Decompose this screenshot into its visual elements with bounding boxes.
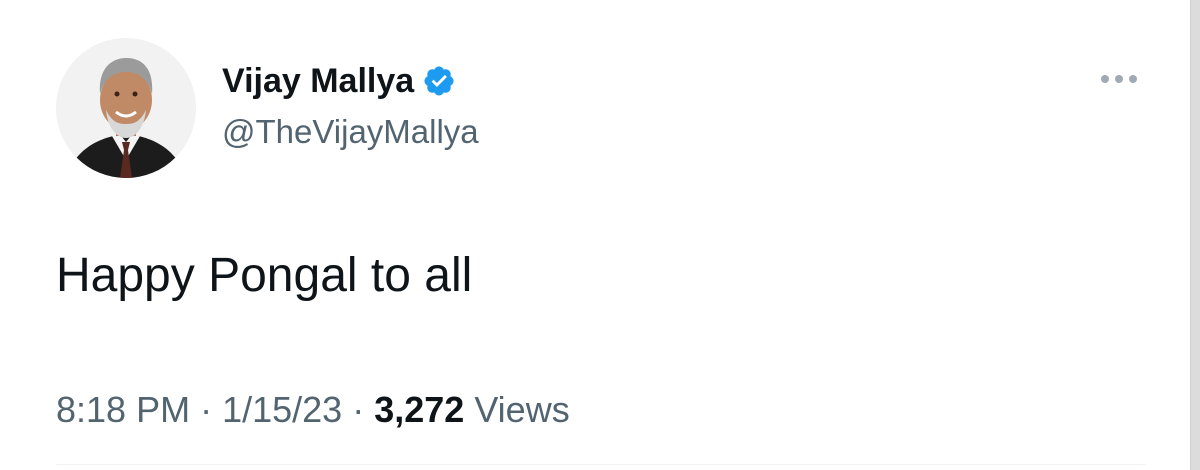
scrollbar[interactable] [1190,0,1200,470]
avatar-image [56,38,196,178]
views-label: Views [474,389,570,430]
tweet-meta: 8:18 PM · 1/15/23 · 3,272 Views [56,384,570,436]
tweet-text: Happy Pongal to all [56,249,473,302]
divider [56,464,1146,465]
display-name[interactable]: Vijay Mallya [222,58,414,104]
tweet-time[interactable]: 8:18 PM [56,389,190,430]
more-horizontal-icon[interactable] [1092,64,1146,94]
handle[interactable]: @TheVijayMallya [222,110,479,154]
tweet-card: Vijay Mallya @TheVijayMallya Happy Ponga… [0,0,1200,470]
tweet-date[interactable]: 1/15/23 [222,389,342,430]
views-count: 3,272 [374,389,465,430]
author-block: Vijay Mallya @TheVijayMallya [222,58,479,154]
name-row: Vijay Mallya [222,58,479,104]
meta-separator: · [200,389,213,430]
avatar[interactable] [56,38,196,178]
verified-badge-icon[interactable] [422,64,456,98]
meta-separator: · [352,389,365,430]
